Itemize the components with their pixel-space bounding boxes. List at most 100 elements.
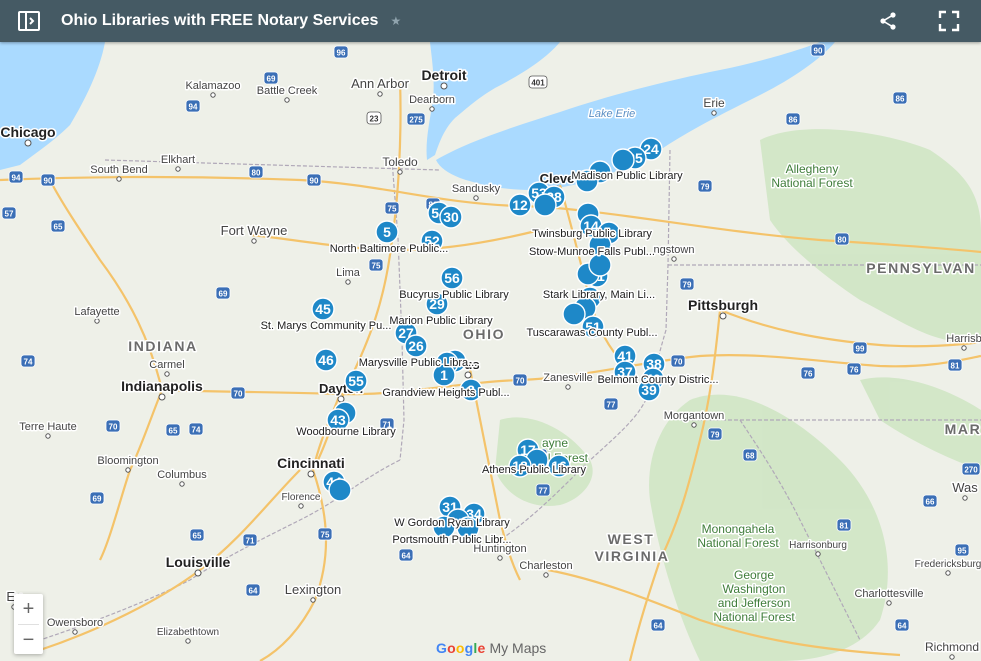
- highway-shield: 74: [20, 354, 36, 368]
- place-label-fredericksburg: Fredericksburg: [915, 559, 981, 570]
- place-dot: [24, 139, 32, 147]
- place-label-charlottesville: Charlottesville: [854, 588, 923, 600]
- state-label: MAR: [945, 421, 981, 437]
- place-dot: [691, 422, 697, 428]
- marker-label: W Gordon Ryan Library: [394, 517, 510, 529]
- highway-shield-label: 70: [234, 390, 243, 399]
- zoom-out-button[interactable]: −: [14, 625, 43, 655]
- highway-shield-label: 80: [252, 169, 261, 178]
- place-label-fort-wayne: Fort Wayne: [221, 223, 288, 238]
- library-marker[interactable]: 46: [314, 348, 338, 372]
- highway-shield-label: 69: [93, 495, 102, 504]
- marker-label: Bucyrus Public Library: [399, 289, 509, 301]
- place-label-detroit: Detroit: [421, 67, 466, 83]
- marker-label: Marion Public Library: [389, 315, 493, 327]
- marker-circle[interactable]: [562, 302, 586, 326]
- marker-label: Stark Library, Main Li...: [543, 289, 655, 301]
- share-icon[interactable]: [878, 11, 898, 31]
- library-marker[interactable]: [611, 148, 635, 172]
- place-label-youngstown: ngstown: [654, 244, 695, 256]
- highway-shield: 79: [679, 277, 695, 291]
- highway-shield-label: 79: [711, 431, 720, 440]
- place-label-elizabethtown: Elizabethtown: [157, 627, 219, 638]
- highway-shield: 90: [306, 173, 322, 187]
- place-label-washington: Was: [952, 480, 978, 495]
- logo-letter: o: [455, 640, 465, 656]
- library-marker[interactable]: [533, 193, 557, 217]
- place-label-ann-arbor: Ann Arbor: [351, 76, 409, 91]
- place-dot: [179, 481, 185, 487]
- highway-shield: 57: [1, 206, 17, 220]
- library-marker[interactable]: [562, 302, 586, 326]
- map-canvas[interactable]: 9469962327540180909094576569757580797980…: [0, 0, 981, 661]
- place-dot: [961, 345, 967, 351]
- highway-shield-label: 69: [219, 290, 228, 299]
- zoom-in-button[interactable]: +: [14, 594, 43, 624]
- map-header: Ohio Libraries with FREE Notary Services…: [0, 0, 981, 42]
- library-marker[interactable]: 55: [344, 369, 368, 393]
- place-dot: [464, 371, 472, 379]
- place-dot: [945, 570, 951, 576]
- place-dot: [815, 551, 821, 557]
- highway-shield: 69: [263, 71, 279, 85]
- marker-label: Tuscarawas County Publ...: [526, 327, 657, 339]
- fullscreen-icon[interactable]: [938, 10, 960, 32]
- logo-letter: e: [477, 640, 486, 656]
- library-marker[interactable]: 12: [508, 193, 532, 217]
- place-dot: [962, 495, 968, 501]
- highway-shield: 76: [846, 362, 862, 376]
- marker-number: 45: [315, 301, 331, 317]
- highway-shield-label: 401: [531, 79, 545, 88]
- star-icon[interactable]: ★: [390, 14, 401, 28]
- highway-shield-label: 71: [246, 537, 255, 546]
- place-label-harrisburg: Harrisb: [946, 333, 981, 345]
- highway-shield: 80: [834, 232, 850, 246]
- my-maps-text: My Maps: [489, 640, 547, 656]
- marker-number: 12: [512, 197, 528, 213]
- toggle-legend-icon[interactable]: [17, 9, 41, 33]
- library-marker[interactable]: 56: [440, 266, 464, 290]
- marker-circle[interactable]: [533, 193, 557, 217]
- library-marker[interactable]: 30: [439, 205, 463, 229]
- place-label-south-bend: South Bend: [90, 164, 148, 176]
- marker-number: 26: [408, 338, 424, 354]
- place-dot: [45, 433, 51, 439]
- highway-shield: 99: [852, 341, 868, 355]
- place-label-carmel: Carmel: [149, 359, 184, 371]
- map-title: Ohio Libraries with FREE Notary Services: [61, 12, 379, 29]
- google-logo-letters: Google: [436, 640, 485, 656]
- marker-label: Athens Public Library: [482, 464, 586, 476]
- highway-shield-label: 94: [12, 174, 21, 183]
- highway-shield: 401: [528, 75, 548, 89]
- highway-shield: 77: [603, 397, 619, 411]
- place-dot: [711, 110, 717, 116]
- highway-shield: 70: [512, 373, 528, 387]
- place-dot: [473, 195, 479, 201]
- place-dot: [949, 654, 955, 660]
- highway-shield-label: 23: [370, 115, 379, 124]
- marker-circle[interactable]: [328, 478, 352, 502]
- place-dot: [886, 600, 892, 606]
- marker-label: Portsmouth Public Libr...: [392, 534, 511, 546]
- highway-shield-label: 70: [109, 423, 118, 432]
- highway-shield: 69: [89, 491, 105, 505]
- highway-shield-label: 80: [838, 236, 847, 245]
- place-label-florence: Florence: [282, 492, 321, 503]
- highway-shield: 86: [785, 112, 801, 126]
- library-marker[interactable]: 26: [404, 334, 428, 358]
- marker-number: 1: [440, 367, 448, 383]
- marker-number: 55: [348, 373, 364, 389]
- library-marker[interactable]: 5: [375, 220, 399, 244]
- library-marker[interactable]: [328, 478, 352, 502]
- highway-shield: 75: [384, 201, 400, 215]
- highway-shield: 96: [333, 45, 349, 59]
- place-label-kalamazoo: Kalamazoo: [185, 80, 240, 92]
- place-dot: [194, 569, 202, 577]
- library-marker[interactable]: 45: [311, 297, 335, 321]
- highway-shield-label: 77: [539, 487, 548, 496]
- place-dot: [298, 503, 304, 509]
- state-label: WEST: [608, 531, 655, 547]
- marker-circle[interactable]: [611, 148, 635, 172]
- highway-shield: 81: [836, 518, 852, 532]
- place-dot: [251, 238, 257, 244]
